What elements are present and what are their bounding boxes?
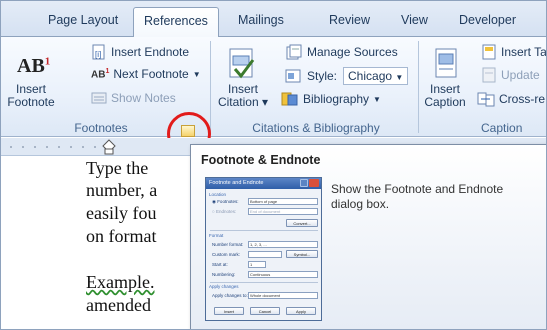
- dialog-custom-mark-label: Custom mark:: [212, 252, 241, 257]
- tab-page-layout[interactable]: Page Layout: [48, 13, 118, 27]
- insert-citation-icon: [229, 48, 255, 79]
- ribbon-references: AB1 Insert Footnote [i] Insert Endnote A…: [1, 37, 547, 137]
- insert-caption-icon: [435, 48, 457, 78]
- manage-sources-button[interactable]: Manage Sources: [285, 44, 398, 60]
- document-line: amended: [86, 295, 151, 315]
- ribbon-tab-row: Page Layout References Mailings Review V…: [1, 1, 546, 38]
- insert-caption-label-2: Caption: [424, 95, 466, 109]
- dialog-number-format-field: 1, 2, 3, ...: [248, 241, 318, 248]
- dialog-insert-button: Insert: [214, 307, 244, 315]
- document-line: number, a: [86, 180, 158, 200]
- group-separator: [210, 41, 211, 133]
- bibliography-icon: [281, 92, 298, 106]
- cross-reference-label: Cross-re: [499, 92, 546, 106]
- help-icon: [300, 179, 308, 187]
- insert-table-icon: [482, 44, 496, 60]
- dialog-preview-titlebar: Footnote and Endnote: [206, 178, 321, 189]
- chevron-down-icon: ▼: [192, 69, 201, 79]
- tooltip-description: Show the Footnote and Endnote dialog box…: [331, 182, 504, 211]
- dialog-number-format-label: Number format:: [212, 242, 244, 247]
- tab-mailings[interactable]: Mailings: [238, 13, 284, 27]
- dialog-footnotes-label: ◉ Footnotes:: [212, 199, 239, 204]
- captions-group-label: Caption: [481, 121, 523, 135]
- cross-reference-button[interactable]: Cross-re: [477, 91, 545, 107]
- insert-endnote-label: Insert Endnote: [111, 45, 190, 59]
- dialog-cancel-button: Cancel: [250, 307, 280, 315]
- bibliography-label: Bibliography: [303, 92, 370, 106]
- dialog-format-section: Format: [209, 233, 224, 238]
- manage-sources-label: Manage Sources: [307, 45, 398, 59]
- dialog-apply-section: Apply changes: [209, 284, 239, 289]
- document-line: on format: [86, 226, 157, 246]
- enhanced-tooltip: Footnote & Endnote Show the Footnote and…: [190, 144, 546, 329]
- tab-review[interactable]: Review: [329, 13, 370, 27]
- dialog-endnotes-field: End of document: [248, 208, 318, 215]
- update-icon: [482, 67, 496, 83]
- next-footnote-button[interactable]: AB1 Next Footnote ▼: [91, 67, 201, 81]
- show-notes-label: Show Notes: [111, 91, 176, 105]
- style-select[interactable]: Chicago ▼: [343, 67, 409, 85]
- dialog-convert-button: Convert...: [286, 219, 318, 227]
- tooltip-title: Footnote & Endnote: [201, 153, 321, 167]
- dialog-start-at-label: Start at:: [212, 262, 228, 267]
- dialog-numbering-label: Numbering:: [212, 272, 236, 277]
- dialog-start-at-field: 1: [248, 261, 266, 268]
- show-notes-button[interactable]: Show Notes: [91, 91, 176, 105]
- dialog-custom-mark-field: [248, 251, 282, 258]
- dialog-apply-to-field: Whole document: [248, 292, 318, 299]
- close-icon: [309, 179, 319, 187]
- document-line: Type the: [86, 158, 149, 178]
- chevron-down-icon: ▼: [373, 94, 381, 104]
- dialog-numbering-field: Continuous: [248, 271, 318, 278]
- insert-footnote-label-2: Footnote: [7, 95, 55, 109]
- document-line: easily fou: [86, 203, 157, 223]
- word-window: Page Layout References Mailings Review V…: [0, 0, 547, 330]
- dialog-footnotes-field: Bottom of page: [248, 198, 318, 205]
- citations-group-label: Citations & Bibliography: [252, 121, 380, 135]
- cross-reference-icon: [477, 92, 495, 107]
- footnotes-group-label: Footnotes: [74, 121, 128, 135]
- update-table-button[interactable]: Update: [481, 67, 540, 83]
- show-notes-icon: [91, 92, 107, 104]
- manage-sources-icon: [286, 44, 302, 60]
- tab-developer[interactable]: Developer: [459, 13, 516, 27]
- svg-text:[i]: [i]: [95, 50, 101, 59]
- bibliography-button[interactable]: Bibliography ▼: [279, 91, 381, 107]
- dialog-preview-title: Footnote and Endnote: [209, 180, 264, 186]
- dialog-endnotes-label: ○ Endnotes:: [212, 209, 237, 214]
- style-dropdown[interactable]: Style: Chicago ▼: [285, 67, 409, 85]
- dialog-divider: [210, 230, 318, 231]
- style-value: Chicago: [348, 69, 393, 83]
- style-icon: [285, 69, 301, 83]
- dialog-apply-button: Apply: [286, 307, 316, 315]
- insert-endnote-icon: [i]: [92, 44, 105, 60]
- ruler-ticks: [10, 139, 116, 155]
- dialog-location-section: Location: [209, 192, 227, 197]
- ab1-icon: AB1: [17, 55, 51, 77]
- dialog-apply-to-label: Apply changes to:: [212, 293, 248, 298]
- style-label: Style:: [307, 69, 338, 83]
- update-label: Update: [501, 68, 540, 82]
- dialog-divider: [210, 282, 318, 283]
- chevron-down-icon: ▼: [395, 73, 404, 82]
- dialog-symbol-button: Symbol...: [286, 250, 318, 258]
- next-footnote-label: Next Footnote: [113, 67, 189, 81]
- tab-view[interactable]: View: [401, 13, 428, 27]
- next-footnote-icon: AB1: [91, 67, 110, 81]
- insert-citation-label-2: Citation ▾: [217, 95, 269, 109]
- document-line: Example.: [86, 272, 155, 292]
- insert-table-of-figures-button[interactable]: Insert Ta: [481, 44, 547, 60]
- insert-endnote-button[interactable]: [i] Insert Endnote: [91, 44, 189, 60]
- tab-references[interactable]: References: [133, 7, 219, 38]
- group-separator: [418, 41, 419, 133]
- insert-table-label: Insert Ta: [501, 45, 547, 59]
- dialog-preview: Footnote and Endnote Location ◉ Footnote…: [205, 177, 322, 321]
